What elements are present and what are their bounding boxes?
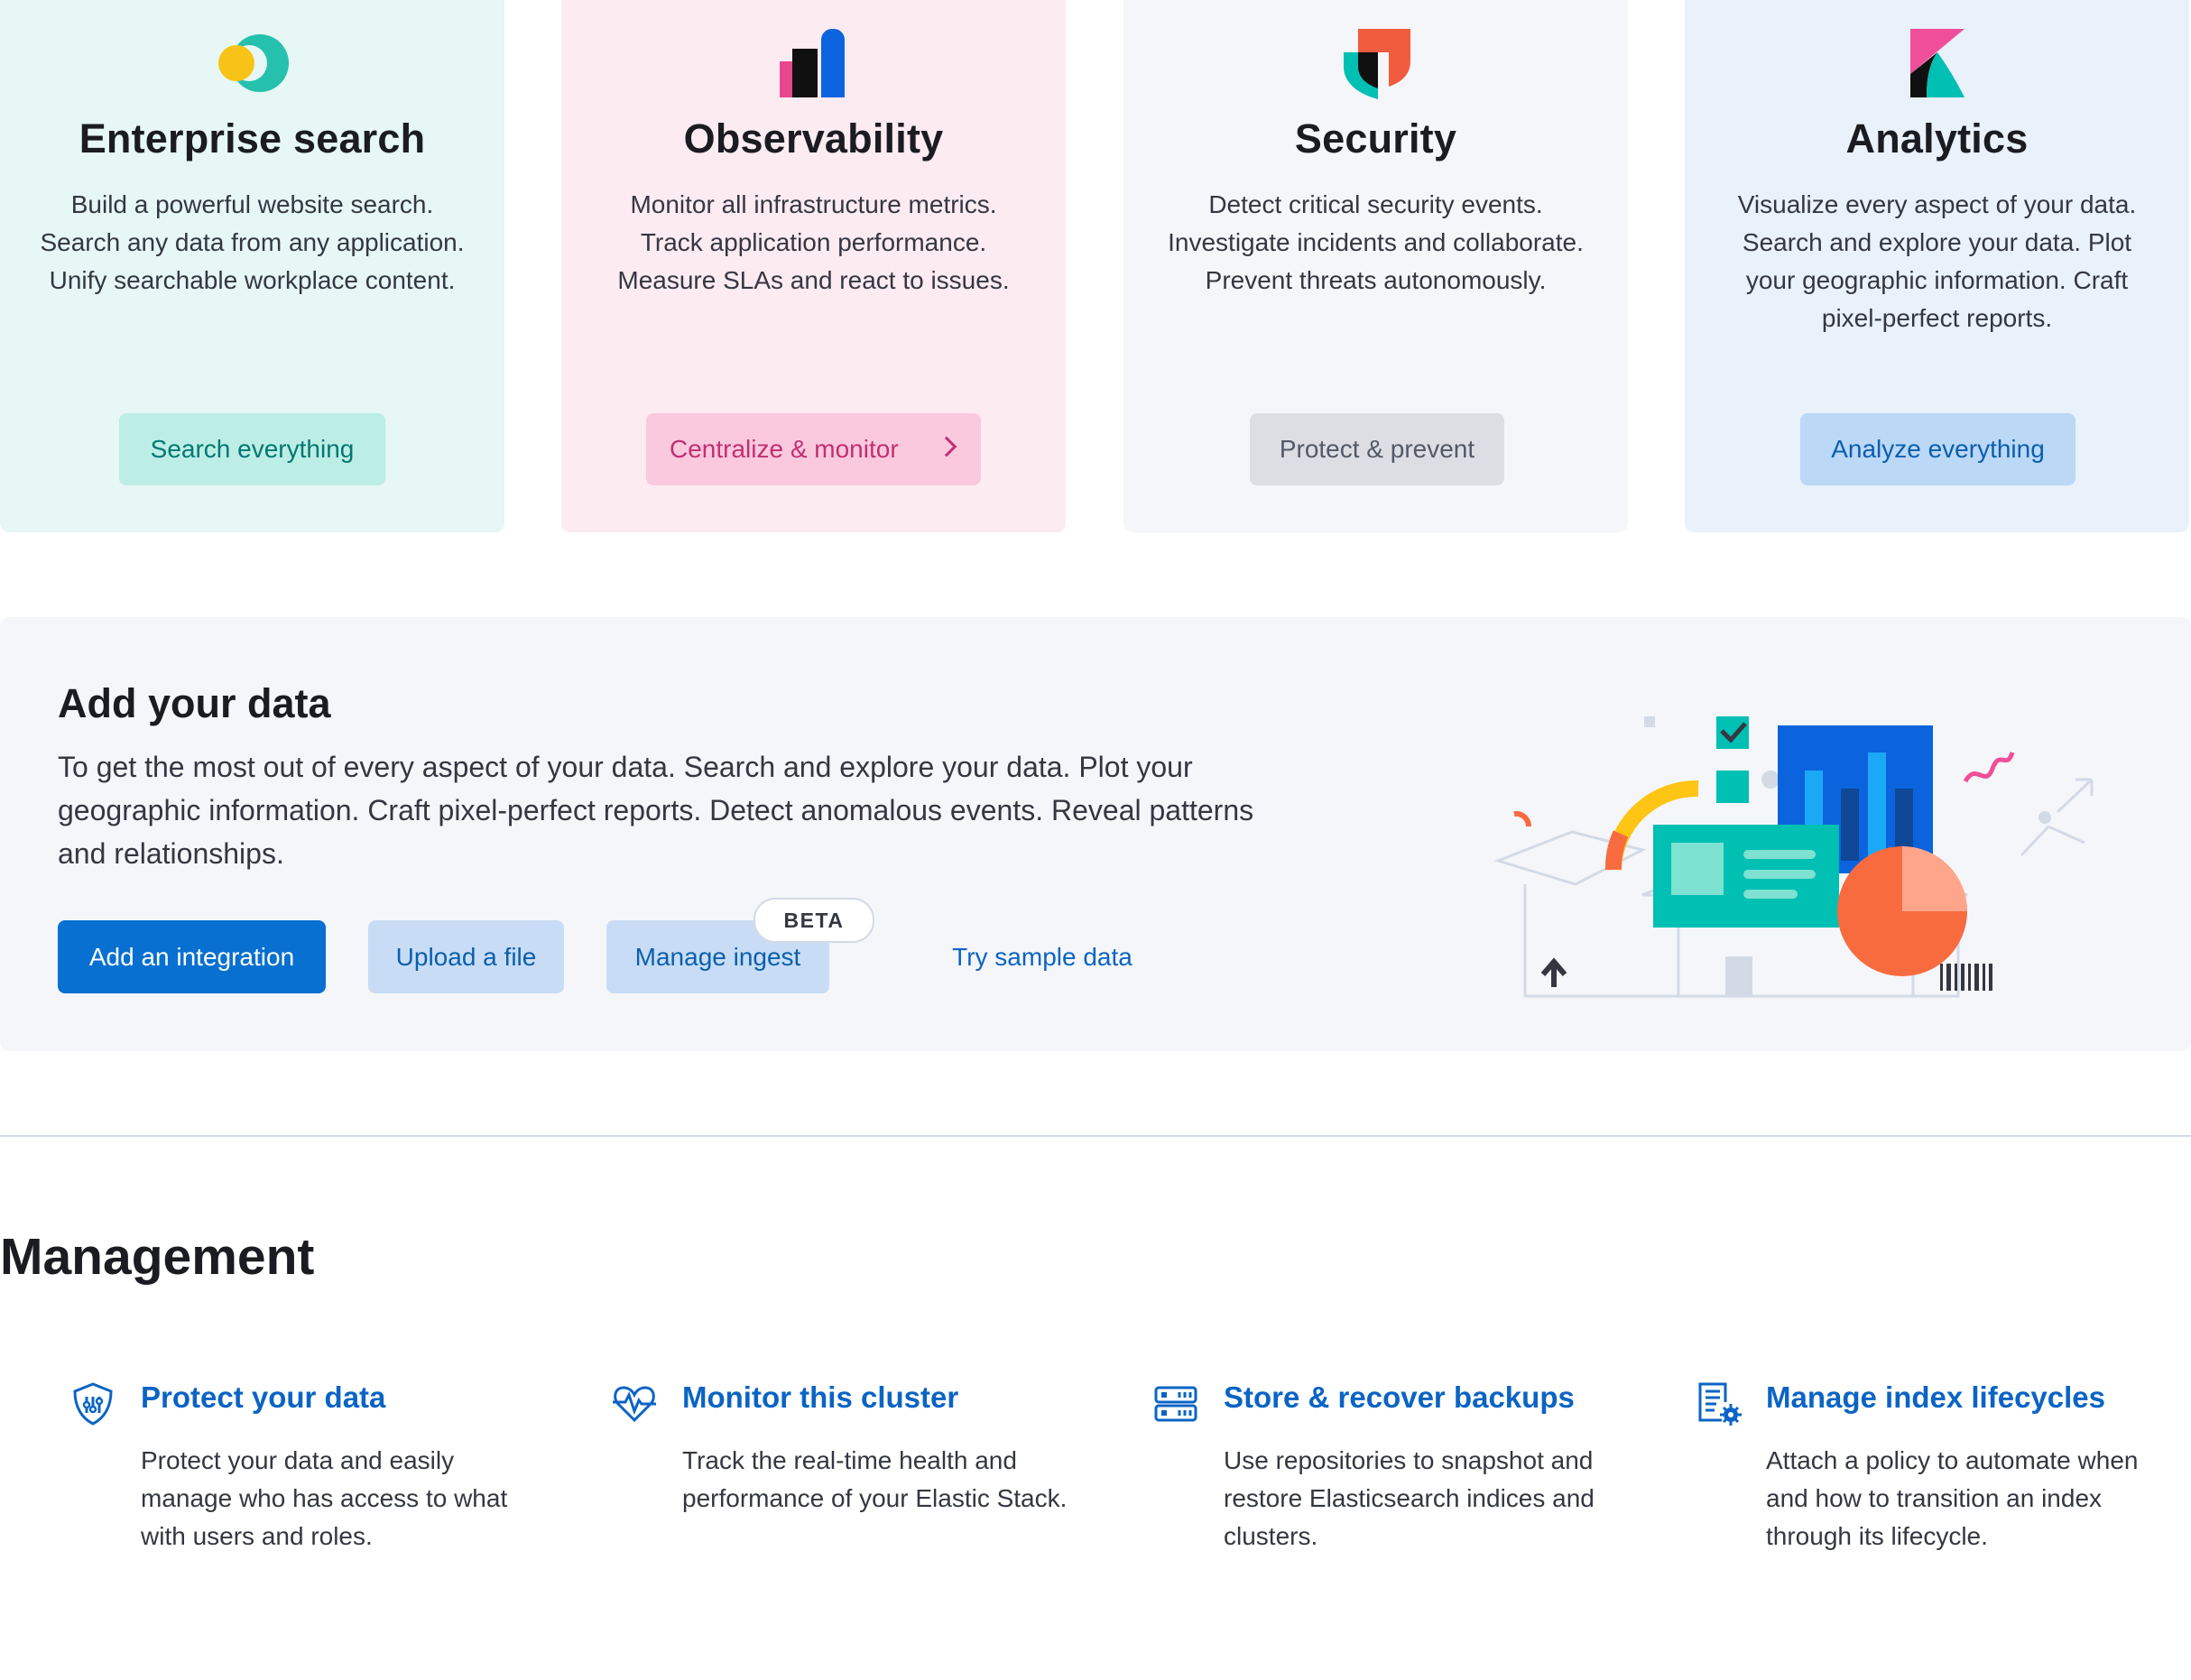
heartbeat-icon	[613, 1386, 656, 1423]
analyze-everything-button[interactable]: Analyze everything	[1800, 413, 2075, 485]
search-everything-button[interactable]: Search everything	[119, 413, 385, 485]
management-item-description: Attach a policy to automate when and how…	[1766, 1446, 2139, 1550]
protect-prevent-button[interactable]: Protect & prevent	[1250, 413, 1504, 485]
beta-badge: BETA	[753, 898, 874, 943]
management-item-title[interactable]: Monitor this cluster	[682, 1380, 958, 1415]
solution-title: Observability	[683, 115, 944, 162]
index-settings-icon	[1698, 1382, 1742, 1426]
solution-title: Enterprise search	[79, 115, 426, 162]
button-label: Centralize & monitor	[670, 435, 899, 463]
management-item-description: Use repositories to snapshot and restore…	[1224, 1446, 1595, 1550]
management-item-description: Track the real-time health and performan…	[682, 1446, 1068, 1512]
centralize-monitor-button[interactable]: Centralize & monitor	[646, 413, 981, 485]
solution-card-observability[interactable]: Observability Monitor all infrastructure…	[561, 0, 1066, 532]
chevron-right-icon	[936, 436, 957, 457]
solution-description: Build a powerful website search. Search …	[40, 190, 465, 294]
management-heading: Management	[0, 1228, 315, 1286]
solution-card-analytics[interactable]: Analytics Visualize every aspect of your…	[1685, 0, 2189, 532]
solution-title: Analytics	[1845, 115, 2029, 162]
security-logo-icon	[1343, 29, 1410, 99]
solution-description: Detect critical security events. Investi…	[1168, 190, 1584, 294]
management-item-title[interactable]: Protect your data	[141, 1380, 385, 1415]
enterprise-search-logo-icon	[217, 34, 289, 92]
add-data-panel: Add your data To get the most out of eve…	[0, 617, 2191, 1051]
upload-file-button[interactable]: Upload a file	[368, 920, 564, 993]
solution-card-enterprise-search[interactable]: Enterprise search Build a powerful websi…	[0, 0, 504, 532]
management-item-title[interactable]: Manage index lifecycles	[1766, 1380, 2105, 1415]
management-item-title[interactable]: Store & recover backups	[1224, 1380, 1575, 1415]
home-page: Enterprise search Build a powerful websi…	[0, 0, 2191, 1680]
add-integration-button[interactable]: Add an integration	[58, 920, 326, 993]
shield-icon	[73, 1382, 113, 1426]
solution-title: Security	[1294, 115, 1457, 162]
solution-card-security[interactable]: Security Detect critical security events…	[1123, 0, 1628, 532]
observability-logo-icon	[779, 29, 845, 97]
section-divider	[0, 1135, 2191, 1137]
add-data-illustration-icon	[1493, 716, 2094, 998]
management-item-description: Protect your data and easily manage who …	[141, 1446, 508, 1550]
solution-description: Monitor all infrastructure metrics. Trac…	[617, 190, 1010, 294]
try-sample-data-link[interactable]: Try sample data	[929, 920, 1155, 993]
kibana-logo-icon	[1909, 29, 1965, 97]
add-data-heading: Add your data	[58, 680, 331, 726]
storage-icon	[1154, 1386, 1197, 1422]
solution-description: Visualize every aspect of your data. Sea…	[1737, 190, 2137, 332]
solutions-row: Enterprise search Build a powerful websi…	[0, 0, 2191, 532]
add-data-description: To get the most out of every aspect of y…	[58, 751, 1254, 870]
